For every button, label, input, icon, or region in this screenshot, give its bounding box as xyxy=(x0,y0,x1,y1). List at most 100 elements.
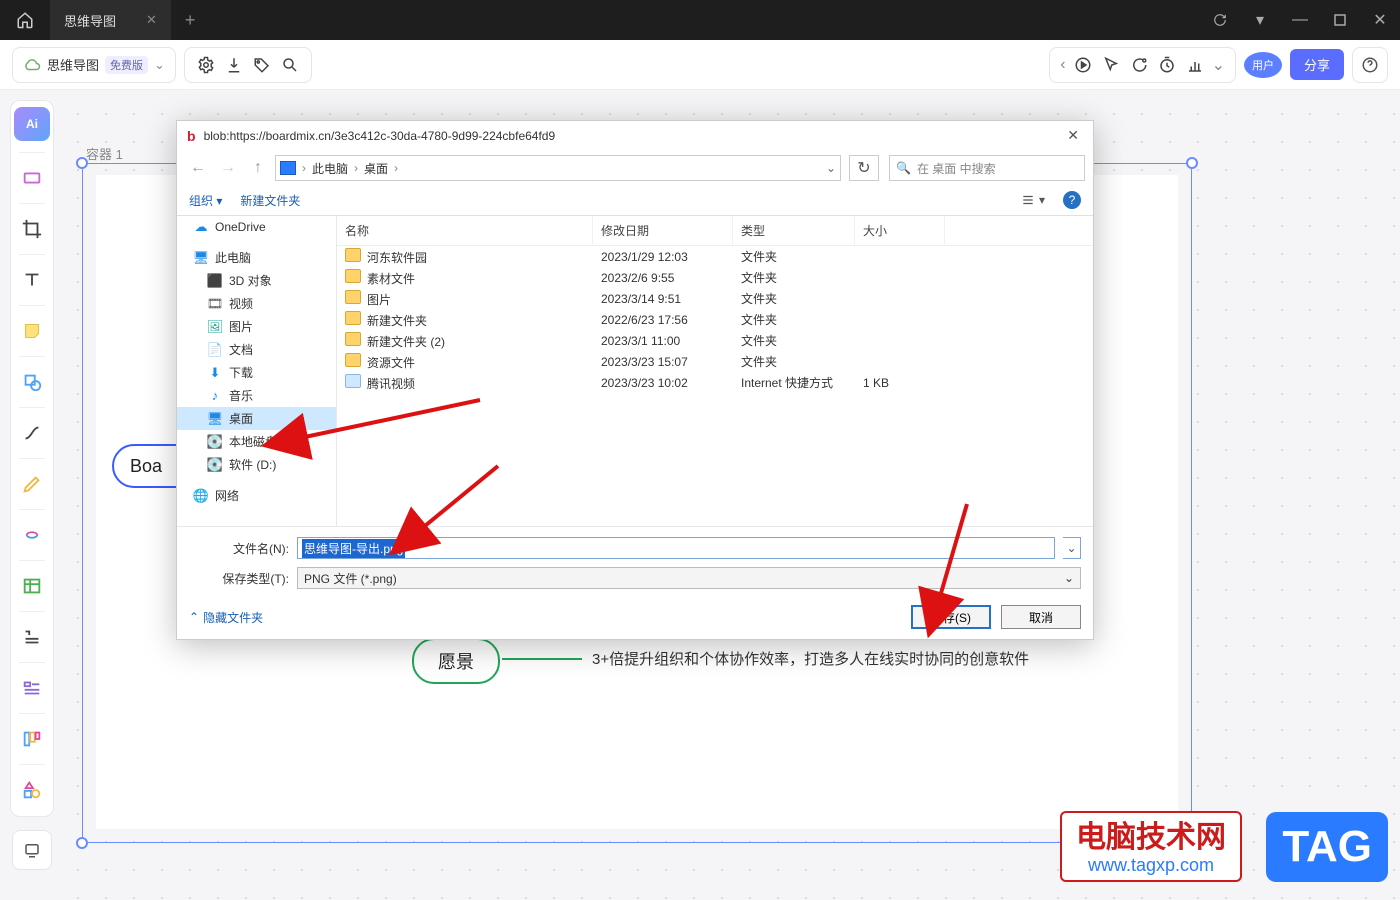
file-row[interactable]: 图片2023/3/14 9:51文件夹 xyxy=(337,288,1093,309)
resize-handle-sw[interactable] xyxy=(76,837,88,849)
download-icon[interactable] xyxy=(223,54,245,76)
dropdown-icon[interactable]: ▾ xyxy=(1240,0,1280,40)
new-folder-button[interactable]: 新建文件夹 xyxy=(240,192,300,209)
sticky-note-icon[interactable] xyxy=(14,311,50,351)
search-input[interactable]: 🔍 在 桌面 中搜索 xyxy=(889,155,1085,181)
file-row[interactable]: 腾讯视频2023/3/23 10:02Internet 快捷方式1 KB xyxy=(337,372,1093,393)
crop-tool-icon[interactable] xyxy=(14,209,50,249)
feedback-button[interactable] xyxy=(12,830,52,870)
tab-mindmap[interactable]: 思维导图 ✕ xyxy=(50,0,171,40)
crumb-pc[interactable]: 此电脑 xyxy=(312,160,348,177)
chart-icon[interactable] xyxy=(1184,54,1206,76)
nav-forward-icon: → xyxy=(215,156,241,180)
dialog-footer: ⌃ 隐藏文件夹 保存(S) 取消 xyxy=(177,597,1093,639)
tree-onedrive[interactable]: ☁OneDrive xyxy=(177,216,336,238)
file-row[interactable]: 河东软件园2023/1/29 12:03文件夹 xyxy=(337,246,1093,267)
tree-music[interactable]: ♪音乐 xyxy=(177,384,336,407)
tag-icon[interactable] xyxy=(251,54,273,76)
link-tool-icon[interactable] xyxy=(14,515,50,555)
refresh-icon[interactable] xyxy=(1200,0,1240,40)
chevron-left-icon[interactable]: ‹ xyxy=(1060,56,1065,74)
hide-folders-link[interactable]: ⌃ 隐藏文件夹 xyxy=(189,609,263,626)
cancel-button[interactable]: 取消 xyxy=(1001,605,1081,629)
col-type[interactable]: 类型 xyxy=(733,216,855,245)
crumb-dropdown-icon[interactable]: ⌄ xyxy=(826,161,836,175)
filename-dropdown-icon[interactable]: ⌄ xyxy=(1063,537,1081,559)
watermark-tag: TAG xyxy=(1266,812,1388,882)
dialog-nav: ← → ↑ › 此电脑 › 桌面 › ⌄ ↻ 🔍 在 桌面 中搜索 xyxy=(177,151,1093,185)
watermark-site: 电脑技术网 www.tagxp.com xyxy=(1060,811,1242,882)
mind-connector xyxy=(502,658,582,660)
file-row[interactable]: 资源文件2023/3/23 15:07文件夹 xyxy=(337,351,1093,372)
resize-handle-nw[interactable] xyxy=(76,157,88,169)
col-name[interactable]: 名称 xyxy=(337,216,593,245)
share-button[interactable]: 分享 xyxy=(1290,49,1344,80)
tree-docs[interactable]: 📄文档 xyxy=(177,338,336,361)
chevron-down-icon[interactable]: ⌄ xyxy=(154,57,165,73)
filetype-dropdown-icon[interactable]: ⌄ xyxy=(1064,571,1074,585)
mind-node-vision[interactable]: 愿景 xyxy=(412,638,500,684)
ai-button[interactable]: Ai xyxy=(14,107,50,141)
action-group xyxy=(184,47,312,83)
view-mode-menu[interactable]: ▾ xyxy=(1021,193,1045,207)
breadcrumb[interactable]: › 此电脑 › 桌面 › ⌄ xyxy=(275,155,841,181)
tree-desktop[interactable]: 🖥桌面 xyxy=(177,407,336,430)
tree-cdrive[interactable]: 💽本地磁盘 (C:) xyxy=(177,430,336,453)
table-tool-icon[interactable] xyxy=(14,566,50,606)
filetype-select[interactable]: PNG 文件 (*.png) ⌄ xyxy=(297,567,1081,589)
crumb-desktop[interactable]: 桌面 xyxy=(364,160,388,177)
tree-ddrive[interactable]: 💽软件 (D:) xyxy=(177,453,336,476)
file-row[interactable]: 新建文件夹2022/6/23 17:56文件夹 xyxy=(337,309,1093,330)
organize-menu[interactable]: 组织 ▾ xyxy=(189,192,222,209)
container-label: 容器 1 xyxy=(86,144,123,163)
tree-video[interactable]: 🎞视频 xyxy=(177,292,336,315)
tree-pictures[interactable]: 🖼图片 xyxy=(177,315,336,338)
cursor-icon[interactable] xyxy=(1100,54,1122,76)
tree-downloads[interactable]: ⬇下载 xyxy=(177,361,336,384)
new-tab-button[interactable]: + xyxy=(171,10,210,31)
folder-tree[interactable]: ☁OneDrive 🖥此电脑 ⬛3D 对象 🎞视频 🖼图片 📄文档 ⬇下载 ♪音… xyxy=(177,216,337,526)
col-size[interactable]: 大小 xyxy=(855,216,945,245)
kanban-tool-icon[interactable] xyxy=(14,719,50,759)
filename-value: 思维导图-导出.png xyxy=(302,539,405,558)
tree-3d[interactable]: ⬛3D 对象 xyxy=(177,269,336,292)
nav-refresh-icon[interactable]: ↻ xyxy=(849,155,879,181)
chevron-down-icon[interactable]: ⌄ xyxy=(1212,55,1225,75)
chat-icon[interactable] xyxy=(1128,54,1150,76)
file-list-header[interactable]: 名称 修改日期 类型 大小 xyxy=(337,216,1093,246)
pen-tool-icon[interactable] xyxy=(14,464,50,504)
col-date[interactable]: 修改日期 xyxy=(593,216,733,245)
dialog-help-icon[interactable]: ? xyxy=(1063,191,1081,209)
shapes-misc-icon[interactable] xyxy=(14,770,50,810)
dialog-toolbar: 组织 ▾ 新建文件夹 ▾ ? xyxy=(177,185,1093,215)
help-button[interactable] xyxy=(1352,47,1388,83)
play-icon[interactable] xyxy=(1072,54,1094,76)
search-icon[interactable] xyxy=(279,54,301,76)
file-row[interactable]: 素材文件2023/2/6 9:55文件夹 xyxy=(337,267,1093,288)
save-button[interactable]: 保存(S) xyxy=(911,605,991,629)
save-dialog: b blob:https://boardmix.cn/3e3c412c-30da… xyxy=(176,120,1094,640)
filename-input[interactable]: 思维导图-导出.png xyxy=(297,537,1055,559)
home-icon[interactable] xyxy=(0,0,50,40)
timer-icon[interactable] xyxy=(1156,54,1178,76)
rect-tool-icon[interactable] xyxy=(14,158,50,198)
resize-handle-ne[interactable] xyxy=(1186,157,1198,169)
gear-icon[interactable] xyxy=(195,54,217,76)
list-tool-icon[interactable] xyxy=(14,668,50,708)
nav-up-icon[interactable]: ↑ xyxy=(245,156,271,180)
close-window-icon[interactable]: ✕ xyxy=(1360,0,1400,40)
tree-network[interactable]: 🌐网络 xyxy=(177,484,336,507)
file-row[interactable]: 新建文件夹 (2)2023/3/1 11:00文件夹 xyxy=(337,330,1093,351)
shape-tool-icon[interactable] xyxy=(14,362,50,402)
tree-pc[interactable]: 🖥此电脑 xyxy=(177,246,336,269)
maximize-icon[interactable] xyxy=(1320,0,1360,40)
minimize-icon[interactable]: — xyxy=(1280,0,1320,40)
connector-tool-icon[interactable] xyxy=(14,413,50,453)
app-toolbar: 思维导图 免费版 ⌄ ‹ ⌄ 用户 分享 xyxy=(0,40,1400,90)
nav-back-icon[interactable]: ← xyxy=(185,156,211,180)
text-tool-icon[interactable] xyxy=(14,260,50,300)
dialog-close-icon[interactable]: ✕ xyxy=(1063,127,1083,144)
close-tab-icon[interactable]: ✕ xyxy=(140,12,163,28)
user-avatar[interactable]: 用户 xyxy=(1244,52,1282,78)
text-block-icon[interactable] xyxy=(14,617,50,657)
